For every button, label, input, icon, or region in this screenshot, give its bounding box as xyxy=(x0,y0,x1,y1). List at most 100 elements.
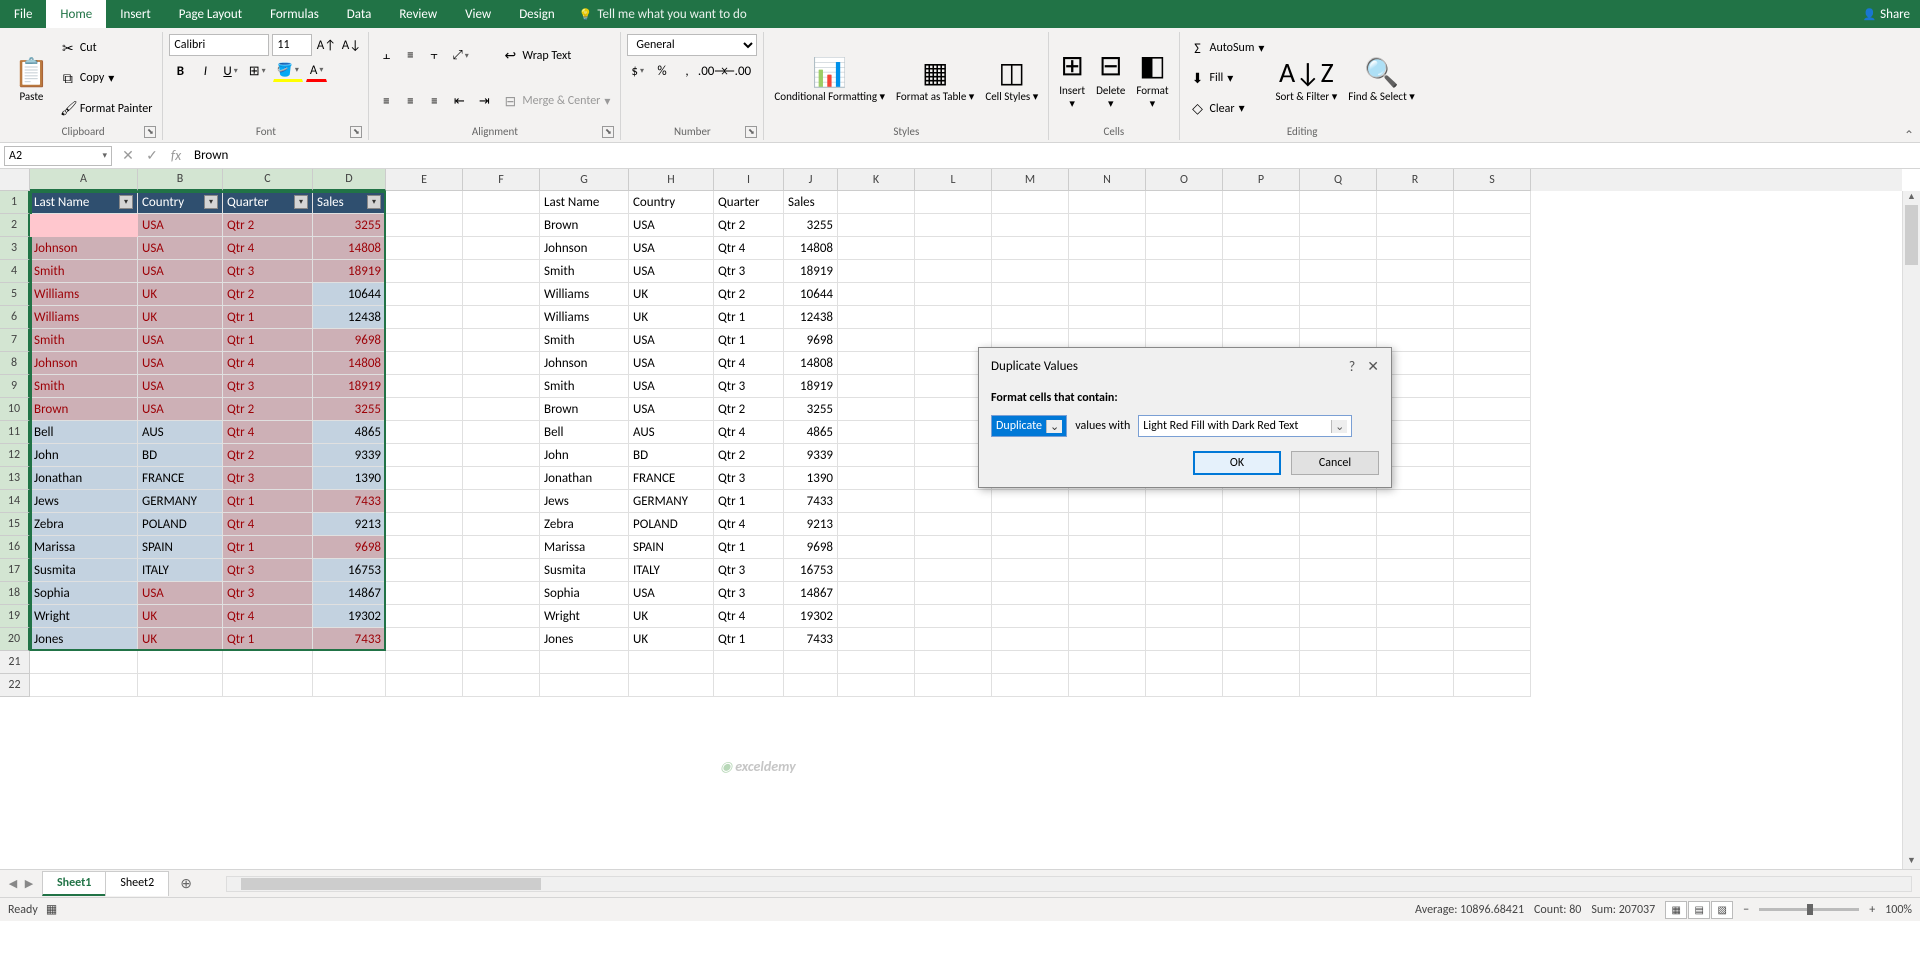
copy-button[interactable]: ⧉Copy ▾ xyxy=(56,68,157,89)
spreadsheet-grid[interactable]: ABCDEFGHIJKLMNOPQRS 12345678910111213141… xyxy=(0,169,1920,869)
scroll-down-icon[interactable]: ▼ xyxy=(1903,855,1920,869)
col-header-R[interactable]: R xyxy=(1377,169,1454,191)
col-header-K[interactable]: K xyxy=(838,169,915,191)
cell[interactable] xyxy=(463,352,540,375)
font-size-select[interactable] xyxy=(272,34,312,56)
col-header-S[interactable]: S xyxy=(1454,169,1531,191)
cell[interactable] xyxy=(1146,651,1223,674)
vertical-scrollbar[interactable]: ▲ ▼ xyxy=(1902,191,1920,869)
cell[interactable] xyxy=(1377,651,1454,674)
col-header-N[interactable]: N xyxy=(1069,169,1146,191)
table-cell[interactable]: ITALY xyxy=(629,559,714,582)
macro-record-icon[interactable]: ▦ xyxy=(46,903,57,917)
table-cell[interactable]: 14808 xyxy=(313,352,386,375)
table-cell[interactable]: Wright xyxy=(30,605,138,628)
table-cell[interactable]: Qtr 2 xyxy=(714,214,784,237)
cell[interactable] xyxy=(1377,559,1454,582)
table-cell[interactable]: USA xyxy=(629,329,714,352)
table-cell[interactable]: 18919 xyxy=(784,260,838,283)
decrease-font-icon[interactable]: A↓ xyxy=(340,34,362,56)
table-cell[interactable]: Williams xyxy=(540,283,629,306)
row-header-9[interactable]: 9 xyxy=(0,375,30,398)
table-cell[interactable]: 14867 xyxy=(313,582,386,605)
tab-home[interactable]: Home xyxy=(46,0,106,28)
cell[interactable] xyxy=(992,674,1069,697)
cell[interactable] xyxy=(463,536,540,559)
cell[interactable] xyxy=(1454,398,1531,421)
cell[interactable] xyxy=(1223,628,1300,651)
table-cell[interactable]: 9698 xyxy=(784,536,838,559)
cell[interactable] xyxy=(1223,559,1300,582)
table-cell[interactable]: 4865 xyxy=(784,421,838,444)
cell[interactable] xyxy=(915,674,992,697)
cell[interactable] xyxy=(1454,260,1531,283)
merge-center-button[interactable]: ⊟Merge & Center ▾ xyxy=(498,91,614,112)
cell[interactable] xyxy=(1069,513,1146,536)
table-cell[interactable]: USA xyxy=(138,582,223,605)
table-cell[interactable]: 7433 xyxy=(784,628,838,651)
table-cell[interactable]: GERMANY xyxy=(629,490,714,513)
table-cell[interactable]: USA xyxy=(138,214,223,237)
row-header-20[interactable]: 20 xyxy=(0,628,30,651)
cell[interactable] xyxy=(313,651,386,674)
table-cell[interactable]: USA xyxy=(138,237,223,260)
cell[interactable] xyxy=(1377,628,1454,651)
table-cell[interactable]: SPAIN xyxy=(138,536,223,559)
cell[interactable] xyxy=(1223,306,1300,329)
table-cell[interactable]: 14808 xyxy=(784,352,838,375)
table-cell[interactable]: Qtr 4 xyxy=(714,421,784,444)
cell[interactable] xyxy=(838,214,915,237)
sheet-tab-sheet2[interactable]: Sheet2 xyxy=(105,871,169,896)
cell[interactable] xyxy=(992,283,1069,306)
cell[interactable] xyxy=(1223,260,1300,283)
horizontal-scrollbar[interactable] xyxy=(226,876,1912,892)
table-cell[interactable]: Jews xyxy=(540,490,629,513)
cell[interactable] xyxy=(915,237,992,260)
cell[interactable] xyxy=(1454,605,1531,628)
zoom-out-icon[interactable]: − xyxy=(1743,903,1749,917)
col-header-I[interactable]: I xyxy=(714,169,784,191)
cell[interactable] xyxy=(386,283,463,306)
cell[interactable] xyxy=(1377,605,1454,628)
cell[interactable] xyxy=(1069,260,1146,283)
align-top-icon[interactable]: ⫠ xyxy=(375,45,397,67)
table-cell[interactable]: Qtr 3 xyxy=(223,260,313,283)
orientation-icon[interactable]: ⤢ xyxy=(448,45,472,67)
cell[interactable] xyxy=(386,329,463,352)
cell[interactable] xyxy=(463,214,540,237)
cell[interactable] xyxy=(992,628,1069,651)
cell[interactable] xyxy=(1300,283,1377,306)
table-cell[interactable]: Jones xyxy=(30,628,138,651)
font-color-icon[interactable]: A xyxy=(306,60,328,82)
row-header-13[interactable]: 13 xyxy=(0,467,30,490)
table-cell[interactable]: AUS xyxy=(138,421,223,444)
cell[interactable] xyxy=(838,536,915,559)
row-header-10[interactable]: 10 xyxy=(0,398,30,421)
row-header-21[interactable]: 21 xyxy=(0,651,30,674)
table-cell[interactable]: FRANCE xyxy=(138,467,223,490)
table-header[interactable]: Quarter▾ xyxy=(223,191,313,214)
cell[interactable] xyxy=(838,329,915,352)
cell[interactable] xyxy=(1069,214,1146,237)
table-cell[interactable]: POLAND xyxy=(138,513,223,536)
accounting-format-icon[interactable]: $ xyxy=(627,60,648,82)
cut-button[interactable]: ✂Cut xyxy=(56,38,157,59)
sheet-nav-prev-icon[interactable]: ◀ xyxy=(6,877,20,890)
cell[interactable] xyxy=(1300,582,1377,605)
table-cell[interactable]: USA xyxy=(138,260,223,283)
col-header-D[interactable]: D xyxy=(313,169,386,191)
cell[interactable] xyxy=(386,260,463,283)
cell[interactable] xyxy=(386,559,463,582)
table-cell[interactable]: John xyxy=(30,444,138,467)
tab-page-layout[interactable]: Page Layout xyxy=(165,0,256,28)
table-cell[interactable]: 18919 xyxy=(784,375,838,398)
cell[interactable] xyxy=(386,467,463,490)
cell[interactable] xyxy=(838,628,915,651)
table-cell[interactable]: Jews xyxy=(30,490,138,513)
table-header[interactable]: Last Name▾ xyxy=(30,191,138,214)
cell[interactable] xyxy=(1377,536,1454,559)
fx-icon[interactable]: fx xyxy=(164,147,188,164)
cell[interactable] xyxy=(463,375,540,398)
table-cell[interactable]: 12438 xyxy=(784,306,838,329)
cell[interactable] xyxy=(838,260,915,283)
